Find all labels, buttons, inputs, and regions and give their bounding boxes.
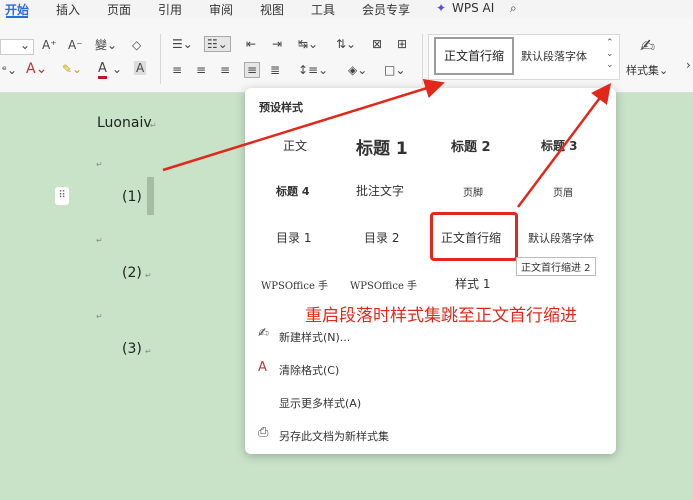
tab-tools[interactable]: 工具	[311, 1, 335, 18]
show-marks-icon[interactable]: ⊠	[372, 37, 382, 51]
distributed-icon[interactable]: ≣	[270, 63, 280, 77]
justify-icon[interactable]: ≡	[244, 62, 261, 78]
styleset-label: 样式集	[626, 64, 659, 77]
text-cursor	[147, 177, 154, 215]
paragraph-mark-icon: ↵	[96, 160, 103, 169]
phonetic-guide-icon[interactable]: 變⌄	[95, 38, 117, 52]
search-icon[interactable]: ⌕	[510, 1, 517, 16]
tab-view[interactable]: 视图	[260, 1, 284, 18]
tab-page[interactable]: 页面	[107, 1, 131, 18]
shrink-font-icon[interactable]: A⁻	[68, 38, 83, 52]
doc-heading: Luonaiv	[97, 115, 152, 131]
font-color-icon[interactable]: A	[98, 62, 107, 79]
char-shading-icon[interactable]: A	[134, 61, 147, 75]
style-item[interactable]: 标题 1	[356, 134, 408, 159]
drag-handle-icon[interactable]: ⠿	[55, 187, 69, 205]
preset-styles-header: 预设样式	[259, 101, 303, 114]
style-item[interactable]: 标题 2	[451, 136, 491, 155]
style-item[interactable]: 样式 1	[455, 275, 490, 292]
style-item[interactable]: 目录 1	[276, 229, 311, 246]
annotation-text: 重启段落时样式集跳至正文首行缩进	[305, 306, 577, 326]
list-item: (1)	[122, 189, 142, 205]
align-right-icon[interactable]: ≡	[220, 63, 230, 77]
ribbon-separator	[422, 34, 423, 84]
style-item[interactable]: 页眉	[553, 184, 573, 199]
tab-member[interactable]: 会员专享	[362, 1, 410, 18]
menu-new-style[interactable]: 新建样式(N)...	[279, 329, 350, 345]
numbered-list-icon[interactable]: ☷⌄	[204, 36, 231, 52]
style-item[interactable]: WPSOffice 手	[350, 277, 417, 292]
paragraph-mark-icon: ↵	[145, 347, 152, 356]
menu-save-styleset[interactable]: 另存此文档为新样式集	[279, 428, 389, 444]
style-item[interactable]: WPSOffice 手	[261, 277, 328, 292]
ribbon-scroll-icon[interactable]: ›	[686, 58, 691, 72]
shading-icon[interactable]: ◈⌄	[348, 63, 367, 77]
paragraph-mark-icon: ↵	[96, 312, 103, 321]
new-style-icon: ✍	[258, 326, 269, 341]
style-tooltip: 正文首行缩进 2	[516, 257, 596, 276]
paragraph-mark-icon: ↵	[96, 236, 103, 245]
wps-ai-icon[interactable]: ✦	[436, 1, 446, 15]
menu-clear-format[interactable]: 清除格式(C)	[279, 362, 339, 378]
tab-references[interactable]: 引用	[158, 1, 182, 18]
highlight-icon[interactable]: ✎⌄	[62, 62, 82, 76]
align-center-icon[interactable]: ≡	[196, 63, 206, 77]
style-item[interactable]: 默认段落字体	[528, 230, 594, 246]
style-item[interactable]: 页脚	[463, 184, 483, 199]
paragraph-mark-icon: ↵	[145, 271, 152, 280]
paragraph-mark-icon: ↵	[150, 121, 157, 130]
styleset-button[interactable]: 样式集⌄	[626, 62, 668, 78]
text-direction-icon[interactable]: ↹⌄	[298, 37, 318, 51]
tab-wps-ai[interactable]: WPS AI	[452, 1, 494, 15]
style-item[interactable]: 批注文字	[356, 182, 404, 199]
bullet-list-icon[interactable]: ☰⌄	[172, 37, 193, 51]
menu-show-more-styles[interactable]: 显示更多样式(A)	[279, 395, 361, 411]
style-item[interactable]: 标题 3	[541, 137, 578, 154]
style-item[interactable]: 目录 2	[364, 229, 399, 246]
increase-indent-icon[interactable]: ⇥	[272, 37, 282, 51]
line-spacing-icon[interactable]: ↕≡⌄	[298, 63, 328, 77]
text-effect-icon[interactable]: A⌄	[26, 62, 47, 76]
border-icon[interactable]: □⌄	[384, 63, 405, 77]
highlight-box	[430, 212, 518, 261]
decrease-indent-icon[interactable]: ⇤	[246, 37, 256, 51]
style-item[interactable]: 标题 4	[276, 183, 309, 199]
list-item: (3)	[122, 341, 142, 357]
tab-insert[interactable]: 插入	[56, 1, 80, 18]
align-left-icon[interactable]: ≡	[172, 63, 182, 77]
tab-review[interactable]: 审阅	[209, 1, 233, 18]
gallery-style-default-font[interactable]: 默认段落字体	[521, 48, 587, 64]
gallery-scroll-arrows-icon[interactable]: ⌃ ⌄ ⌄	[606, 38, 614, 71]
strikethrough-icon[interactable]: ᵉ⌄	[2, 63, 17, 77]
grow-font-icon[interactable]: A⁺	[42, 38, 57, 52]
clear-format-icon: A	[258, 360, 267, 375]
styleset-icon[interactable]: ✍	[640, 36, 655, 57]
style-item[interactable]: 正文	[283, 137, 307, 154]
chevron-down-icon[interactable]: ⌄	[112, 62, 122, 76]
eraser-icon[interactable]: ◇	[132, 38, 141, 52]
save-styleset-icon: ⎙	[258, 425, 269, 440]
list-item: (2)	[122, 265, 142, 281]
chevron-down-icon[interactable]: ⌄	[20, 38, 30, 52]
ribbon-tab-bar: 开始 插入 页面 引用 审阅 视图 工具 会员专享 ✦ WPS AI ⌕	[0, 0, 693, 18]
sort-icon[interactable]: ⇅⌄	[336, 37, 356, 51]
ribbon-separator	[160, 34, 161, 84]
table-grid-icon[interactable]: ⊞	[397, 37, 407, 51]
gallery-style-body-indent[interactable]: 正文首行缩	[434, 37, 514, 75]
